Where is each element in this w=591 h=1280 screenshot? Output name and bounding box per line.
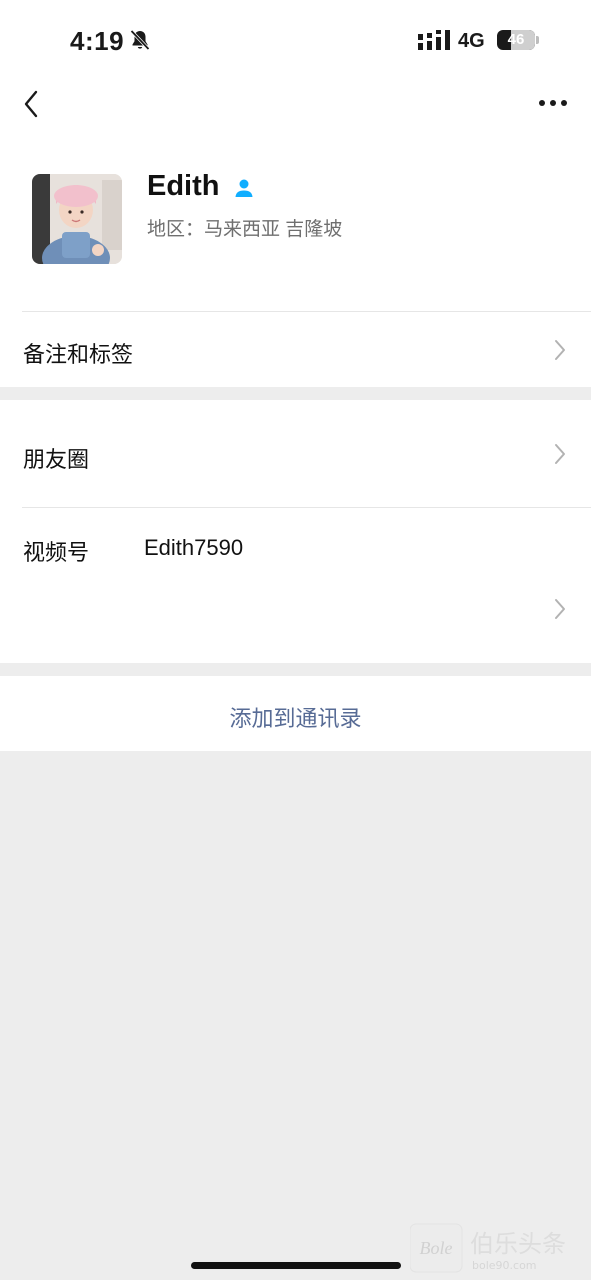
moments-row[interactable]: 朋友圈 (0, 400, 591, 508)
chevron-left-icon[interactable] (14, 88, 48, 122)
chevron-right-icon (555, 599, 565, 619)
network-type: 4G (458, 30, 485, 52)
svg-text:Bole: Bole (420, 1238, 453, 1258)
contact-name: Edith (147, 170, 220, 202)
name-row: Edith (147, 170, 256, 203)
more-dots-icon[interactable] (534, 90, 572, 120)
video-channel-row[interactable]: 视频号 Edith7590 (0, 508, 591, 663)
add-to-contacts-label: 添加到通讯录 (229, 706, 362, 731)
add-to-contacts-button[interactable]: 添加到通讯录 (0, 676, 591, 751)
status-bar: 4:19 4G 46 (0, 0, 591, 78)
battery-cap (536, 36, 539, 44)
signal-icon (418, 30, 450, 50)
profile-header: Edith 地区：马来西亚 吉隆坡 (0, 142, 591, 312)
home-indicator (191, 1262, 401, 1269)
chevron-right-icon (555, 340, 565, 360)
moments-label: 朋友圈 (23, 447, 90, 472)
silent-bell-icon (130, 29, 150, 51)
avatar-photo (32, 174, 122, 264)
battery-level: 46 (507, 31, 525, 48)
person-icon (235, 179, 252, 197)
avatar[interactable] (32, 174, 122, 264)
video-channel-label: 视频号 (23, 540, 90, 565)
remark-tags-label: 备注和标签 (23, 342, 134, 367)
video-channel-value: Edith7590 (144, 535, 244, 560)
contact-region: 地区：马来西亚 吉隆坡 (147, 219, 343, 240)
watermark-logo: Bole 伯乐头条 bole90.com (410, 1223, 566, 1273)
svg-text:伯乐头条: 伯乐头条 (470, 1230, 566, 1258)
remark-tags-row[interactable]: 备注和标签 (0, 312, 591, 387)
nav-bar (0, 78, 591, 142)
status-time: 4:19 (70, 26, 125, 56)
svg-text:bole90.com: bole90.com (472, 1259, 537, 1272)
chevron-right-icon (555, 444, 565, 464)
battery-icon: 46 (497, 30, 535, 50)
